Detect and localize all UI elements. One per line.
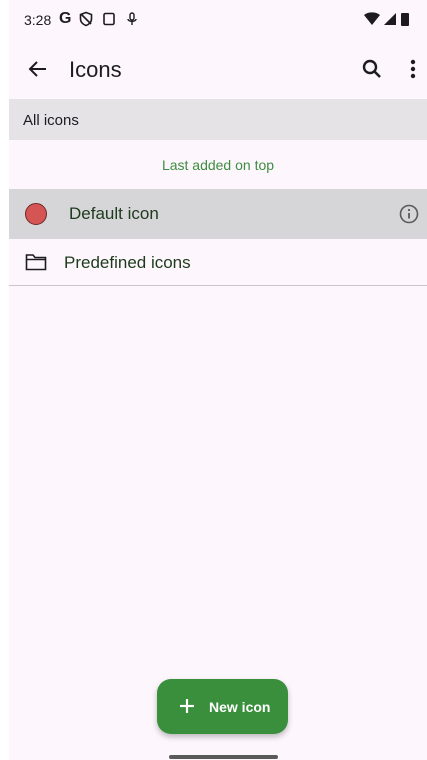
section-header-label: All icons — [23, 112, 79, 129]
list-item-label: Predefined icons — [64, 253, 191, 272]
search-icon[interactable] — [359, 56, 385, 82]
new-icon-label: New icon — [209, 699, 271, 715]
status-system-icons — [364, 12, 409, 26]
folder-icon — [25, 254, 47, 271]
red-circle-icon — [25, 203, 47, 225]
screen-icon — [103, 12, 116, 26]
sort-order-label: Last added on top — [161, 157, 275, 173]
status-time: 3:28 — [24, 12, 52, 28]
list-item-default-icon[interactable]: Default icon — [9, 189, 427, 239]
list-item-label: Default icon — [69, 204, 159, 223]
info-icon[interactable] — [398, 203, 420, 225]
section-header: All icons — [9, 99, 427, 140]
google-icon: G — [59, 10, 72, 27]
gesture-navigation-bar[interactable] — [169, 755, 278, 759]
shield-off-icon — [80, 11, 93, 27]
list-item-predefined-icons[interactable]: Predefined icons — [9, 240, 427, 286]
app-screen: 3:28 G Icons All icons Last added on top… — [9, 0, 427, 760]
new-icon-button[interactable]: New icon — [157, 679, 288, 734]
battery-icon — [401, 13, 409, 26]
wifi-icon — [364, 12, 380, 25]
status-bar: 3:28 G — [9, 0, 427, 40]
page-title: Icons — [69, 57, 122, 82]
arrow-left-icon[interactable] — [25, 56, 51, 82]
status-notification-icons: G — [59, 11, 140, 27]
mic-icon — [127, 12, 138, 25]
plus-icon — [180, 699, 194, 713]
signal-icon — [384, 13, 396, 25]
more-vert-icon[interactable] — [403, 56, 423, 82]
top-app-bar: Icons — [9, 40, 427, 98]
